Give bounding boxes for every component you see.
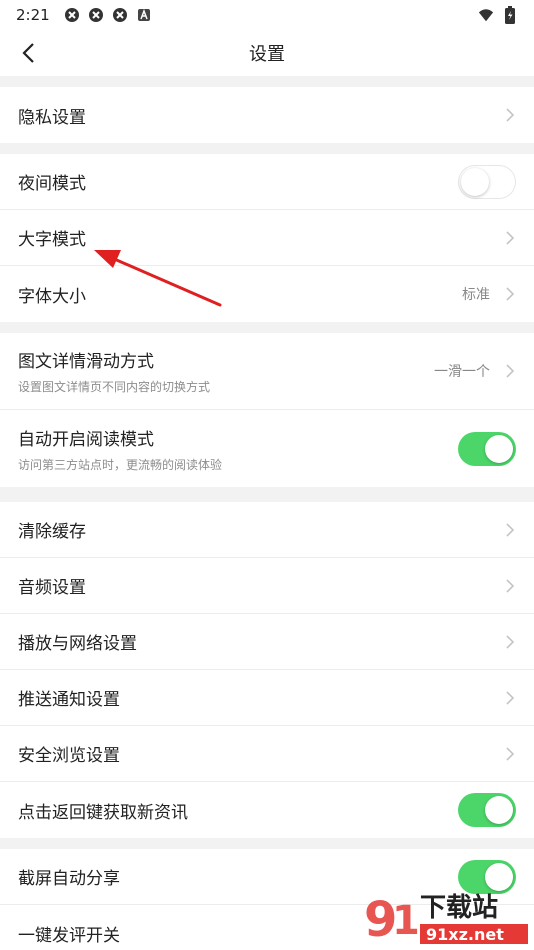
page-title: 设置 bbox=[249, 44, 285, 65]
back-button[interactable] bbox=[12, 36, 44, 70]
play-network-label: 播放与网络设置 bbox=[18, 634, 137, 654]
chevron-right-icon bbox=[504, 746, 516, 762]
chevron-right-icon bbox=[504, 363, 516, 379]
chevron-right-icon bbox=[504, 230, 516, 246]
screenshot-share-label: 截屏自动分享 bbox=[18, 869, 120, 889]
chevron-right-icon bbox=[504, 634, 516, 650]
slide-mode-value: 一滑一个 bbox=[434, 364, 490, 380]
back-refresh-toggle[interactable] bbox=[458, 793, 516, 827]
chevron-right-icon bbox=[504, 107, 516, 123]
chevron-right-icon bbox=[504, 690, 516, 706]
app-notification-icon bbox=[112, 7, 128, 23]
watermark-logo-icon: 9 1 下载站 91xz.net bbox=[364, 892, 528, 948]
toggle-knob bbox=[461, 167, 489, 196]
status-right bbox=[478, 6, 518, 24]
one-key-comment-label: 一键发评开关 bbox=[18, 925, 120, 946]
clear-cache-row[interactable]: 清除缓存 bbox=[0, 502, 534, 558]
section-reading: 图文详情滑动方式 设置图文详情页不同内容的切换方式 一滑一个 自动开启阅读模式 … bbox=[0, 333, 534, 487]
auto-read-label: 自动开启阅读模式 bbox=[18, 429, 154, 450]
audio-settings-label: 音频设置 bbox=[18, 578, 86, 598]
safe-browse-row[interactable]: 安全浏览设置 bbox=[0, 726, 534, 782]
font-size-label: 字体大小 bbox=[18, 286, 86, 307]
chevron-right-icon bbox=[504, 522, 516, 538]
night-mode-label: 夜间模式 bbox=[18, 174, 86, 194]
status-time: 2:21 bbox=[16, 6, 50, 24]
large-font-label: 大字模式 bbox=[18, 230, 86, 250]
svg-text:1: 1 bbox=[392, 898, 420, 944]
push-notification-row[interactable]: 推送通知设置 bbox=[0, 670, 534, 726]
font-size-row[interactable]: 字体大小 标准 bbox=[0, 266, 534, 322]
privacy-settings-label: 隐私设置 bbox=[18, 107, 86, 128]
section-privacy: 隐私设置 bbox=[0, 87, 534, 143]
auto-read-toggle[interactable] bbox=[458, 431, 516, 466]
a-badge-icon bbox=[136, 7, 152, 23]
auto-read-row: 自动开启阅读模式 访问第三方站点时，更流畅的阅读体验 bbox=[0, 410, 534, 487]
back-refresh-row: 点击返回键获取新资讯 bbox=[0, 782, 534, 838]
watermark-domain: 91xz.net bbox=[426, 925, 504, 944]
font-size-value: 标准 bbox=[462, 287, 490, 303]
back-arrow-icon bbox=[22, 43, 34, 63]
play-network-row[interactable]: 播放与网络设置 bbox=[0, 614, 534, 670]
push-notification-label: 推送通知设置 bbox=[18, 690, 120, 710]
section-general: 清除缓存 音频设置 播放与网络设置 推送通知设置 安全浏览设置 点击返回键获取新… bbox=[0, 502, 534, 838]
nav-bar: 设置 bbox=[0, 30, 534, 76]
toggle-knob bbox=[485, 434, 513, 463]
auto-read-description: 访问第三方站点时，更流畅的阅读体验 bbox=[18, 457, 223, 472]
watermark-brand: 下载站 bbox=[420, 893, 498, 923]
slide-mode-label: 图文详情滑动方式 bbox=[18, 352, 154, 372]
clear-cache-label: 清除缓存 bbox=[18, 522, 86, 542]
chevron-right-icon bbox=[504, 286, 516, 302]
slide-mode-description: 设置图文详情页不同内容的切换方式 bbox=[18, 380, 211, 394]
toggle-knob bbox=[485, 796, 513, 824]
privacy-settings-row[interactable]: 隐私设置 bbox=[0, 87, 534, 143]
slide-mode-row[interactable]: 图文详情滑动方式 设置图文详情页不同内容的切换方式 一滑一个 bbox=[0, 333, 534, 410]
battery-icon bbox=[502, 6, 518, 24]
section-display: 夜间模式 大字模式 字体大小 标准 bbox=[0, 154, 534, 322]
app-notification-icon bbox=[88, 7, 104, 23]
back-refresh-label: 点击返回键获取新资讯 bbox=[18, 802, 188, 823]
night-mode-toggle[interactable] bbox=[458, 164, 516, 199]
audio-settings-row[interactable]: 音频设置 bbox=[0, 558, 534, 614]
wifi-icon bbox=[478, 7, 494, 23]
large-font-row[interactable]: 大字模式 bbox=[0, 210, 534, 266]
chevron-right-icon bbox=[504, 578, 516, 594]
app-notification-icon bbox=[64, 7, 80, 23]
safe-browse-label: 安全浏览设置 bbox=[18, 746, 120, 766]
night-mode-row: 夜间模式 bbox=[0, 154, 534, 210]
status-bar: 2:21 bbox=[0, 0, 534, 30]
notification-icons bbox=[64, 7, 152, 23]
